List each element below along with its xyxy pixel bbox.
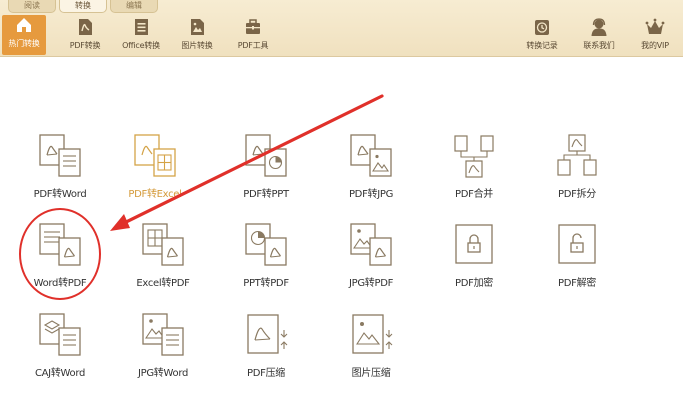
excel-to-pdf-item[interactable]: Excel转PDF [118,222,208,302]
pdf-to-ppt-item[interactable]: PDF转PPT [221,133,311,213]
pdf-decrypt-label: PDF解密 [558,278,596,289]
pdf-to-excel-label: PDF转Excel [128,189,182,200]
pdf-split-icon [557,134,597,176]
pdf-tools-button[interactable]: PDF工具 [227,17,279,55]
caj-to-word-label: CAJ转Word [34,368,86,379]
pdf-encrypt-item[interactable]: PDF加密 [429,222,519,302]
hot-convert-button[interactable]: 热门转换 [2,15,46,55]
image-convert-label: 图片转换 [181,41,213,50]
pdf-to-jpg-label: PDF转JPG [348,189,394,200]
pdf-file-icon [79,19,92,35]
pdf-to-word-item[interactable]: PDF转Word [15,133,105,213]
pdf-decrypt-item[interactable]: PDF解密 [532,222,622,302]
pdf-split-item[interactable]: PDF拆分 [532,133,622,213]
vip-label: 我的VIP [641,41,669,50]
history-icon [535,20,549,35]
history-button[interactable]: 转换记录 [516,17,568,55]
pdf-tools-label: PDF工具 [237,41,269,50]
pdf-split-label: PDF拆分 [558,189,596,200]
crown-icon [645,18,665,34]
ppt-to-pdf-icon [245,223,287,266]
image-file-icon [191,19,204,35]
ppt-to-pdf-item[interactable]: PPT转PDF [221,222,311,302]
pdf-convert-button[interactable]: PDF转换 [59,17,111,55]
contact-label: 联系我们 [583,41,615,50]
image-convert-button[interactable]: 图片转换 [171,17,223,55]
image-compress-icon [352,314,393,354]
pdf-compress-item[interactable]: PDF压缩 [221,312,311,392]
tab-edit[interactable]: 编辑 [110,0,158,13]
excel-to-pdf-label: Excel转PDF [136,278,190,289]
caj-to-word-icon [39,313,81,356]
contact-button[interactable]: 联系我们 [573,17,625,55]
pdf-to-excel-icon [134,134,176,177]
pdf-merge-item[interactable]: PDF合并 [429,133,519,213]
pdf-convert-label: PDF转换 [69,41,101,50]
hot-convert-label: 热门转换 [8,39,40,48]
pdf-to-jpg-item[interactable]: PDF转JPG [326,133,416,213]
mode-tabs: 阅读 转换 编辑 [8,0,161,13]
pdf-encrypt-label: PDF加密 [455,278,493,289]
pdf-merge-label: PDF合并 [455,189,493,200]
caj-to-word-item[interactable]: CAJ转Word [15,312,105,392]
annotation-circle [19,208,101,300]
excel-to-pdf-icon [142,223,184,266]
pdf-compress-label: PDF压缩 [247,368,285,379]
pdf-compress-icon [247,314,288,354]
pdf-to-ppt-icon [245,134,287,177]
office-doc-icon [135,19,148,35]
jpg-to-pdf-label: JPG转PDF [348,278,394,289]
ppt-to-pdf-label: PPT转PDF [243,278,289,289]
pdf-merge-icon [454,135,494,178]
pdf-to-excel-item[interactable]: PDF转Excel [110,133,200,213]
jpg-to-word-icon [142,313,184,356]
home-icon [17,18,31,32]
office-convert-button[interactable]: Office转换 [115,17,167,55]
pdf-to-ppt-label: PDF转PPT [243,189,289,200]
jpg-to-word-label: JPG转Word [137,368,189,379]
pdf-decrypt-icon [558,224,596,264]
jpg-to-pdf-item[interactable]: JPG转PDF [326,222,416,302]
pdf-to-word-icon [39,134,81,177]
pdf-to-jpg-icon [350,134,392,177]
jpg-to-pdf-icon [350,223,392,266]
toolbox-icon [246,19,260,34]
image-compress-item[interactable]: 图片压缩 [326,312,416,392]
office-convert-label: Office转换 [122,41,160,50]
pdf-encrypt-icon [455,224,493,264]
vip-button[interactable]: 我的VIP [629,17,681,55]
toolbar: 阅读 转换 编辑 热门转换 PDF转换 Office转换 图片转换 PDF工具 … [0,0,683,57]
contact-icon [591,18,607,36]
tab-convert[interactable]: 转换 [59,0,107,13]
jpg-to-word-item[interactable]: JPG转Word [118,312,208,392]
tab-read[interactable]: 阅读 [8,0,56,13]
pdf-to-word-label: PDF转Word [33,189,87,200]
image-compress-label: 图片压缩 [351,368,391,379]
history-label: 转换记录 [526,41,558,50]
